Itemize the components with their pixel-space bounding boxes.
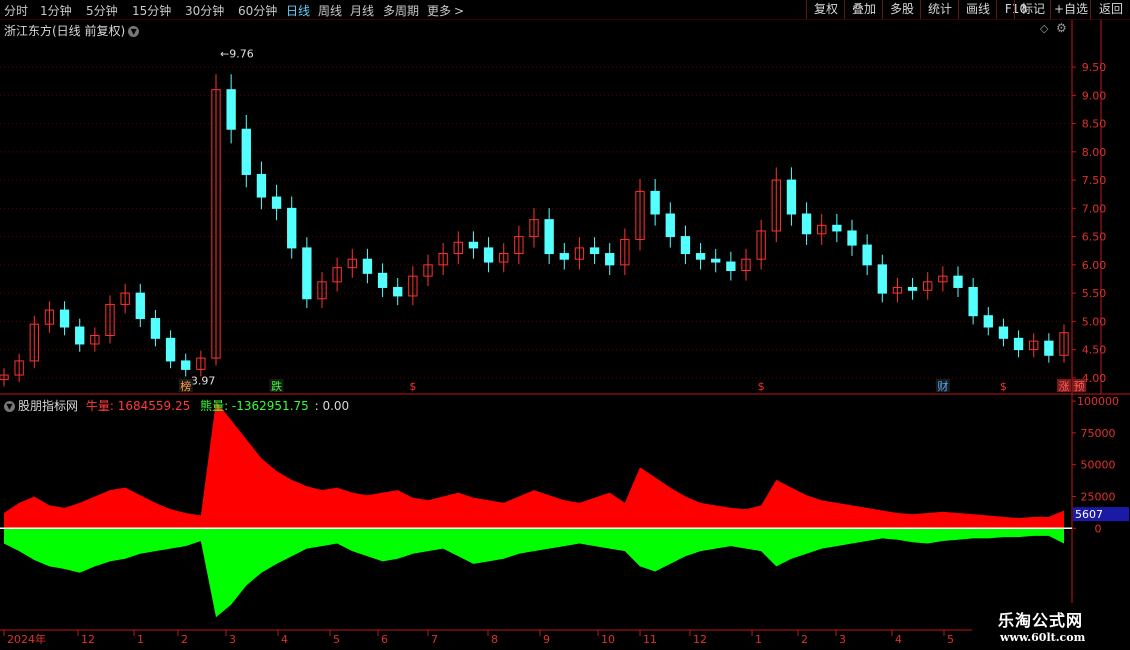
candle-body bbox=[589, 247, 600, 255]
date-tick-label: 7 bbox=[431, 633, 438, 646]
bull-volume-area bbox=[4, 401, 1064, 529]
watermark-title: 乐淘公式网 bbox=[998, 611, 1084, 630]
date-tick-label: 1 bbox=[755, 633, 762, 646]
candle-body bbox=[544, 219, 554, 255]
candle-body bbox=[271, 196, 282, 209]
candle-body bbox=[665, 213, 675, 238]
price-tick-label: 7.00 bbox=[1082, 202, 1107, 215]
chevron-down-icon[interactable]: ▼ bbox=[4, 401, 15, 412]
indicator-tick-label: 25000 bbox=[1081, 490, 1116, 503]
candle-body bbox=[953, 275, 963, 288]
bear-volume-label: 熊量: -1362951.75 bbox=[200, 399, 309, 413]
price-tick-label: 5.00 bbox=[1082, 315, 1107, 328]
event-marker: 财 bbox=[937, 379, 948, 393]
candle-body bbox=[605, 253, 615, 266]
candle-body bbox=[135, 292, 145, 320]
candle-body bbox=[483, 247, 494, 263]
candle-body bbox=[726, 261, 736, 272]
candle-body bbox=[832, 224, 842, 232]
date-tick-label: 6 bbox=[381, 633, 388, 646]
candle-body bbox=[695, 253, 706, 260]
date-tick-label: 5 bbox=[947, 633, 954, 646]
candle-body bbox=[241, 128, 251, 175]
price-tick-label: 8.00 bbox=[1082, 146, 1107, 159]
candle-body bbox=[377, 272, 388, 288]
candle-body bbox=[393, 286, 403, 297]
candle-body bbox=[877, 264, 887, 294]
candle-body bbox=[362, 258, 373, 274]
candle-body bbox=[75, 326, 85, 345]
price-tick-label: 6.50 bbox=[1082, 231, 1107, 244]
candle-body bbox=[1044, 340, 1054, 356]
event-marker: 预 bbox=[1074, 380, 1085, 393]
candle-body bbox=[983, 315, 993, 328]
date-tick-label: 11 bbox=[643, 633, 657, 646]
extra-value-label: : 0.00 bbox=[314, 399, 350, 413]
candle-body bbox=[862, 244, 872, 266]
high-price-annotation: ←9.76 bbox=[220, 47, 254, 60]
candle-body bbox=[181, 360, 191, 370]
candle-body bbox=[468, 241, 479, 249]
candle-body bbox=[1013, 337, 1024, 351]
candle-body bbox=[287, 207, 297, 249]
date-tick-label: 2 bbox=[181, 633, 188, 646]
price-tick-label: 9.00 bbox=[1082, 89, 1107, 102]
date-tick-label: 5 bbox=[333, 633, 340, 646]
date-tick-label: 3 bbox=[839, 633, 846, 646]
indicator-tick-label: 50000 bbox=[1081, 459, 1116, 472]
indicator-legend: ▼ 股朋指标网 牛量: 1684559.25 熊量: -1362951.75 : … bbox=[4, 397, 349, 414]
candle-body bbox=[801, 213, 812, 235]
bull-volume-label: 牛量: 1684559.25 bbox=[85, 399, 191, 413]
candle-body bbox=[847, 230, 857, 246]
indicator-tick-label: 100000 bbox=[1077, 395, 1119, 408]
price-tick-label: 4.50 bbox=[1082, 344, 1107, 357]
date-tick-label: 2024年 bbox=[7, 632, 46, 646]
chart-canvas: 4.004.505.005.506.006.507.007.508.008.50… bbox=[0, 20, 1130, 650]
current-value-label: 5607 bbox=[1075, 508, 1103, 521]
event-marker: 榜 bbox=[180, 379, 191, 393]
candle-body bbox=[650, 190, 660, 215]
candle-body bbox=[165, 337, 176, 362]
event-marker: 涨 bbox=[1059, 380, 1070, 393]
candle-body bbox=[907, 286, 918, 291]
event-marker: 跌 bbox=[271, 379, 282, 393]
bear-volume-area bbox=[4, 528, 1064, 618]
candle-body bbox=[226, 89, 236, 130]
price-tick-label: 7.50 bbox=[1082, 174, 1107, 187]
candle-body bbox=[968, 286, 978, 317]
date-tick-label: 8 bbox=[491, 633, 498, 646]
candle-body bbox=[150, 318, 161, 339]
date-tick-label: 2 bbox=[801, 633, 808, 646]
event-marker: $ bbox=[1000, 380, 1007, 393]
candle-body bbox=[711, 258, 721, 263]
date-tick-label: 1 bbox=[137, 633, 144, 646]
price-tick-label: 9.50 bbox=[1082, 61, 1107, 74]
date-tick-label: 4 bbox=[281, 633, 288, 646]
candle-body bbox=[786, 179, 797, 215]
candle-body bbox=[998, 326, 1009, 339]
price-tick-label: 5.50 bbox=[1082, 287, 1107, 300]
indicator-tick-label: 75000 bbox=[1081, 427, 1116, 440]
candle-body bbox=[680, 236, 691, 255]
candle-body bbox=[256, 173, 267, 198]
price-tick-label: 8.50 bbox=[1082, 118, 1107, 131]
event-marker: $ bbox=[409, 380, 416, 393]
date-tick-label: 4 bbox=[895, 633, 902, 646]
candle-body bbox=[559, 253, 569, 260]
date-tick-label: 10 bbox=[601, 633, 615, 646]
watermark-url: www.60lt.com bbox=[1000, 631, 1086, 644]
candle-body bbox=[302, 247, 312, 300]
price-tick-label: 6.00 bbox=[1082, 259, 1107, 272]
indicator-name: 股朋指标网 bbox=[18, 399, 79, 413]
date-tick-label: 12 bbox=[81, 633, 95, 646]
event-marker: $ bbox=[758, 380, 765, 393]
date-tick-label: 12 bbox=[693, 633, 707, 646]
candle-body bbox=[59, 309, 70, 328]
indicator-tick-label: 0 bbox=[1095, 522, 1102, 535]
date-tick-label: 3 bbox=[229, 633, 236, 646]
date-tick-label: 9 bbox=[543, 633, 550, 646]
